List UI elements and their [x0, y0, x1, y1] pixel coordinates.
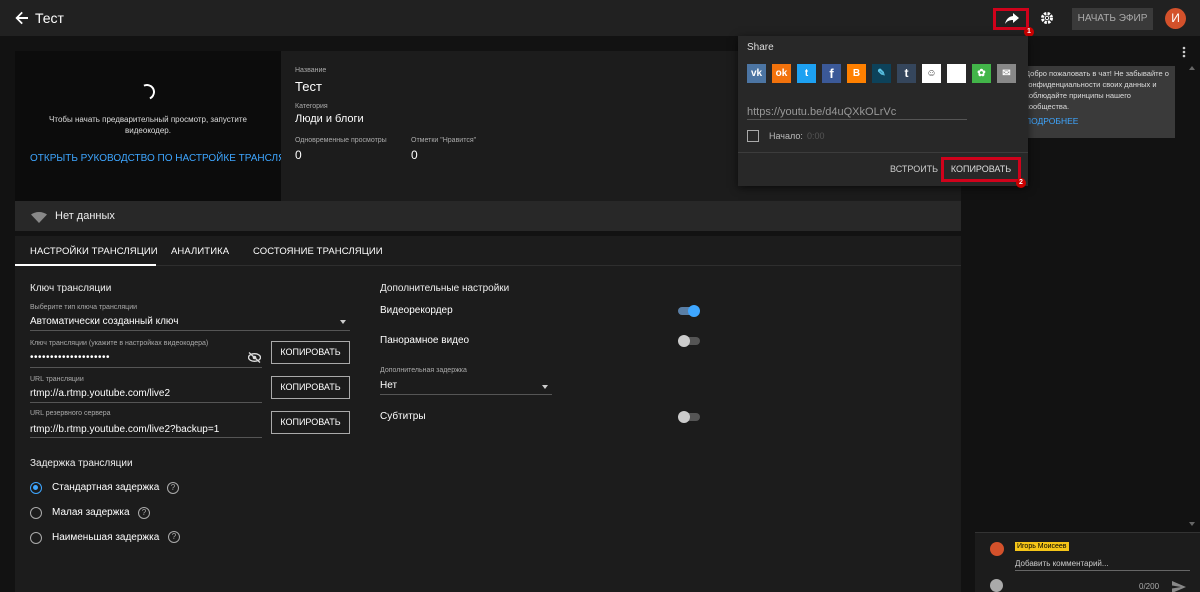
tumblr-icon[interactable]: t [897, 64, 916, 83]
share-divider [738, 152, 1028, 153]
chevron-down-icon[interactable] [542, 385, 548, 389]
backup-url-input[interactable]: rtmp://b.rtmp.youtube.com/live2?backup=1 [30, 424, 219, 435]
dvr-toggle[interactable] [678, 304, 702, 318]
subtitles-label: Субтитры [380, 411, 426, 422]
backup-url-underline [30, 437, 262, 438]
back-arrow-icon[interactable] [14, 10, 30, 26]
livejournal-icon[interactable]: ✎ [872, 64, 891, 83]
chat-comment-input[interactable]: Добавить комментарий... [1015, 559, 1109, 568]
preview-message: Чтобы начать предварительный просмотр, з… [49, 115, 247, 135]
copy-link-button[interactable]: КОПИРОВАТЬ [941, 157, 1021, 182]
start-at-time[interactable]: 0:00 [807, 131, 825, 141]
eye-off-icon[interactable] [247, 350, 262, 368]
start-at-label: Начало: [769, 131, 803, 141]
setup-guide-link[interactable]: ОТКРЫТЬ РУКОВОДСТВО ПО НАСТРОЙКЕ ТРАНСЛЯ… [30, 153, 307, 164]
stream-status-bar [15, 201, 961, 231]
help-icon[interactable]: ? [138, 507, 150, 519]
start-at-checkbox[interactable] [747, 130, 759, 142]
likes-label: Отметки "Нравится" [411, 137, 477, 144]
panorama-toggle[interactable] [678, 334, 702, 348]
copy-backup-button[interactable]: КОПИРОВАТЬ [271, 411, 350, 434]
emoji-icon[interactable] [990, 579, 1003, 592]
concurrent-viewers-value: 0 [295, 148, 302, 162]
key-type-select[interactable]: Автоматически созданный ключ [30, 316, 178, 327]
page-title: Тест [35, 10, 64, 26]
email-icon[interactable]: ✉ [997, 64, 1016, 83]
facebook-icon[interactable]: f [822, 64, 841, 83]
toggle-knob [688, 305, 700, 317]
likes-value: 0 [411, 148, 418, 162]
radio-low-latency[interactable] [30, 507, 42, 519]
blank-icon[interactable] [947, 64, 966, 83]
latency-title: Задержка трансляции [30, 458, 133, 469]
toggle-knob [678, 411, 690, 423]
name-value: Тест [295, 79, 322, 94]
dvr-label: Видеорекордер [380, 305, 453, 316]
start-stream-button[interactable]: НАЧАТЬ ЭФИР [1072, 8, 1153, 30]
chat-input-underline [1015, 570, 1190, 571]
vk-icon[interactable]: vk [747, 64, 766, 83]
name-label: Название [295, 67, 327, 74]
chat-user-avatar [990, 542, 1004, 556]
chevron-down-icon[interactable] [340, 320, 346, 324]
advanced-title: Дополнительные настройки [380, 283, 510, 294]
category-label: Категория [295, 103, 328, 110]
chat-user-name: Игорь Моисеев [1015, 542, 1069, 551]
share-arrow-icon [1005, 13, 1019, 24]
copy-url-button[interactable]: КОПИРОВАТЬ [271, 376, 350, 399]
share-url-underline [747, 119, 967, 120]
embed-button[interactable]: ВСТРОИТЬ [890, 164, 938, 174]
more-vert-icon[interactable] [1182, 45, 1186, 63]
learn-more-link[interactable]: ПОДРОБНЕЕ [1025, 116, 1078, 126]
stream-url-underline [30, 402, 262, 403]
share-button[interactable] [993, 8, 1029, 30]
stream-url-label: URL трансляции [30, 376, 84, 383]
tab-stream-health[interactable]: СОСТОЯНИЕ ТРАНСЛЯЦИИ [253, 246, 383, 257]
radio-ultra-low-latency[interactable] [30, 532, 42, 544]
stream-key-underline [30, 367, 262, 368]
mixi-icon[interactable]: ✿ [972, 64, 991, 83]
chat-welcome-text: Добро пожаловать в чат! Не забывайте о к… [1025, 69, 1169, 111]
tab-stream-settings[interactable]: НАСТРОЙКИ ТРАНСЛЯЦИИ [30, 246, 158, 257]
extra-delay-select[interactable]: Нет [380, 380, 397, 391]
scroll-up-icon[interactable] [1189, 66, 1195, 70]
category-value: Люди и блоги [295, 113, 364, 125]
char-counter: 0/200 [1139, 582, 1160, 591]
help-icon[interactable]: ? [168, 531, 180, 543]
twitter-icon[interactable]: t [797, 64, 816, 83]
extra-delay-underline [380, 394, 552, 395]
scroll-down-icon[interactable] [1189, 522, 1195, 526]
annotation-badge-2: 2 [1016, 178, 1026, 188]
concurrent-viewers-label: Одновременные просмотры [295, 137, 387, 144]
status-text: Нет данных [55, 210, 115, 222]
ultra-low-latency-label[interactable]: Наименьшая задержка [52, 532, 159, 543]
chat-scrollbar[interactable] [1189, 66, 1195, 532]
key-type-label: Выберите тип ключа трансляции [30, 304, 138, 311]
share-title: Share [747, 42, 774, 53]
signal-icon [31, 210, 47, 228]
stream-url-input[interactable]: rtmp://a.rtmp.youtube.com/live2 [30, 388, 170, 399]
panorama-label: Панорамное видео [380, 335, 470, 346]
backup-url-label: URL резервного сервера [30, 410, 111, 417]
tab-analytics[interactable]: АНАЛИТИКА [171, 246, 229, 257]
subtitles-toggle[interactable] [678, 410, 702, 424]
blogger-icon[interactable]: B [847, 64, 866, 83]
key-type-underline [30, 330, 350, 331]
help-icon[interactable]: ? [167, 482, 179, 494]
toggle-knob [678, 335, 690, 347]
low-latency-label[interactable]: Малая задержка [52, 507, 130, 518]
send-icon[interactable] [1172, 580, 1186, 592]
radio-standard-latency[interactable] [30, 482, 42, 494]
odnoklassniki-icon[interactable]: ok [772, 64, 791, 83]
stream-key-label: Ключ трансляции (укажите в настройках ви… [30, 340, 209, 347]
avatar[interactable]: И [1165, 8, 1186, 29]
copy-key-button[interactable]: КОПИРОВАТЬ [271, 341, 350, 364]
reddit-icon[interactable]: ☺ [922, 64, 941, 83]
extra-delay-label: Дополнительная задержка [380, 367, 467, 374]
share-url-input[interactable]: https://youtu.be/d4uQXkOLrVc [747, 106, 896, 118]
stream-key-title: Ключ трансляции [30, 283, 112, 294]
standard-latency-label[interactable]: Стандартная задержка [52, 482, 159, 493]
gear-icon[interactable] [1040, 11, 1054, 30]
stream-key-input[interactable]: •••••••••••••••••••• [30, 352, 110, 363]
